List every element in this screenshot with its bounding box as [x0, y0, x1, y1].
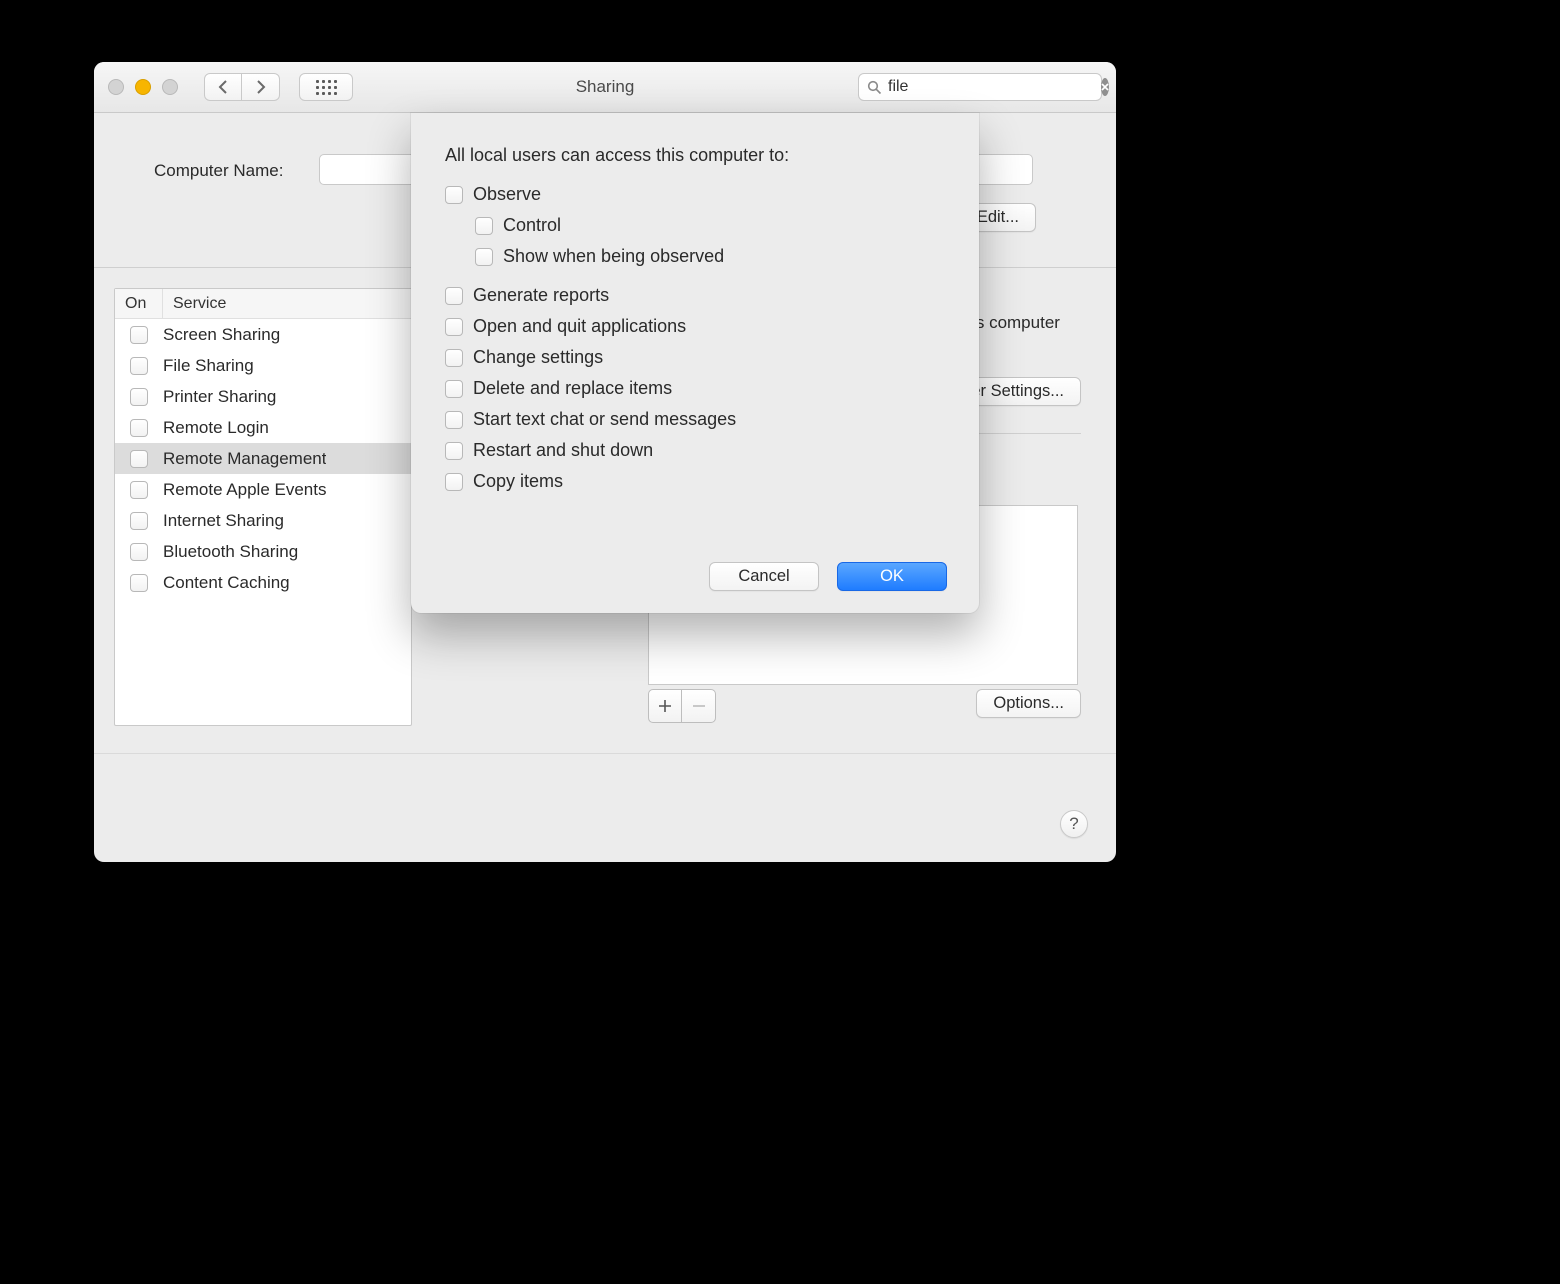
cancel-button[interactable]: Cancel	[709, 562, 819, 591]
permission-label: Observe	[473, 184, 541, 205]
service-row[interactable]: Internet Sharing	[115, 505, 411, 536]
service-label: Screen Sharing	[163, 325, 280, 345]
permission-checkbox[interactable]	[475, 248, 493, 266]
window-controls	[108, 79, 178, 95]
search-field[interactable]	[858, 73, 1102, 101]
permission-option[interactable]: Delete and replace items	[445, 378, 945, 399]
help-icon: ?	[1069, 814, 1078, 834]
service-row[interactable]: Remote Management	[115, 443, 411, 474]
permission-option[interactable]: Observe	[445, 184, 945, 205]
permission-checkbox[interactable]	[445, 349, 463, 367]
service-enable-checkbox[interactable]	[130, 419, 148, 437]
permission-checkbox[interactable]	[445, 473, 463, 491]
service-enable-checkbox[interactable]	[130, 388, 148, 406]
permission-checkbox[interactable]	[475, 217, 493, 235]
permission-option[interactable]: Restart and shut down	[445, 440, 945, 461]
permission-option[interactable]: Copy items	[445, 471, 945, 492]
permission-option[interactable]: Start text chat or send messages	[445, 409, 945, 430]
service-enable-checkbox[interactable]	[130, 512, 148, 530]
column-header-on[interactable]: On	[115, 289, 163, 318]
service-row[interactable]: Screen Sharing	[115, 319, 411, 350]
service-enable-checkbox[interactable]	[130, 574, 148, 592]
permission-checkbox[interactable]	[445, 442, 463, 460]
service-row[interactable]: File Sharing	[115, 350, 411, 381]
service-row[interactable]: Remote Login	[115, 412, 411, 443]
service-enable-checkbox[interactable]	[130, 450, 148, 468]
services-table-header: On Service	[115, 289, 411, 319]
chevron-right-icon	[255, 80, 266, 94]
service-label: Bluetooth Sharing	[163, 542, 298, 562]
close-window-button[interactable]	[108, 79, 124, 95]
permission-option[interactable]: Open and quit applications	[445, 316, 945, 337]
titlebar: Sharing	[94, 62, 1116, 113]
chevron-left-icon	[218, 80, 229, 94]
sheet-button-row: Cancel OK	[709, 562, 947, 591]
service-row[interactable]: Printer Sharing	[115, 381, 411, 412]
close-icon	[1101, 83, 1109, 91]
nav-back-forward	[204, 73, 280, 101]
back-button[interactable]	[204, 73, 242, 101]
add-remove-users	[648, 689, 716, 723]
service-label: Remote Management	[163, 449, 326, 469]
permission-option[interactable]: Show when being observed	[475, 246, 945, 267]
permission-label: Generate reports	[473, 285, 609, 306]
service-enable-checkbox[interactable]	[130, 326, 148, 344]
forward-button[interactable]	[242, 73, 280, 101]
options-button[interactable]: Options...	[976, 689, 1081, 718]
help-button[interactable]: ?	[1060, 810, 1088, 838]
permission-checkbox[interactable]	[445, 380, 463, 398]
permissions-sheet: All local users can access this computer…	[411, 113, 979, 613]
service-row[interactable]: Content Caching	[115, 567, 411, 598]
show-all-button[interactable]	[299, 73, 353, 101]
search-icon	[867, 80, 882, 95]
service-label: Remote Apple Events	[163, 480, 326, 500]
permission-label: Start text chat or send messages	[473, 409, 736, 430]
permission-checkbox[interactable]	[445, 287, 463, 305]
permission-option[interactable]: Generate reports	[445, 285, 945, 306]
clear-search-button[interactable]	[1101, 78, 1109, 96]
permission-checkbox[interactable]	[445, 186, 463, 204]
zoom-window-button[interactable]	[162, 79, 178, 95]
permission-option[interactable]: Change settings	[445, 347, 945, 368]
permission-checkbox[interactable]	[445, 318, 463, 336]
service-label: File Sharing	[163, 356, 254, 376]
add-user-button[interactable]	[648, 689, 682, 723]
ok-button[interactable]: OK	[837, 562, 947, 591]
preferences-window: Sharing Computer Name: Edit... On Servic…	[94, 62, 1116, 862]
permission-label: Show when being observed	[503, 246, 724, 267]
service-label: Remote Login	[163, 418, 269, 438]
minimize-window-button[interactable]	[135, 79, 151, 95]
permission-label: Control	[503, 215, 561, 236]
permission-option[interactable]: Control	[475, 215, 945, 236]
footer-divider	[94, 753, 1116, 754]
permission-label: Change settings	[473, 347, 603, 368]
service-label: Printer Sharing	[163, 387, 276, 407]
service-enable-checkbox[interactable]	[130, 543, 148, 561]
service-row[interactable]: Bluetooth Sharing	[115, 536, 411, 567]
permission-label: Delete and replace items	[473, 378, 672, 399]
service-label: Internet Sharing	[163, 511, 284, 531]
search-input[interactable]	[882, 78, 1101, 96]
plus-icon	[658, 699, 672, 713]
service-row[interactable]: Remote Apple Events	[115, 474, 411, 505]
permission-label: Copy items	[473, 471, 563, 492]
service-label: Content Caching	[163, 573, 290, 593]
permission-label: Open and quit applications	[473, 316, 686, 337]
sheet-title: All local users can access this computer…	[445, 145, 945, 166]
column-header-service[interactable]: Service	[163, 295, 226, 313]
permission-label: Restart and shut down	[473, 440, 653, 461]
window-title: Sharing	[576, 77, 635, 97]
permission-checkbox[interactable]	[445, 411, 463, 429]
grid-icon	[316, 80, 337, 95]
computer-name-label: Computer Name:	[154, 161, 283, 181]
minus-icon	[692, 699, 706, 713]
remove-user-button[interactable]	[682, 689, 716, 723]
service-enable-checkbox[interactable]	[130, 481, 148, 499]
services-table: On Service Screen Sharing File Sharing Pri…	[114, 288, 412, 726]
service-enable-checkbox[interactable]	[130, 357, 148, 375]
